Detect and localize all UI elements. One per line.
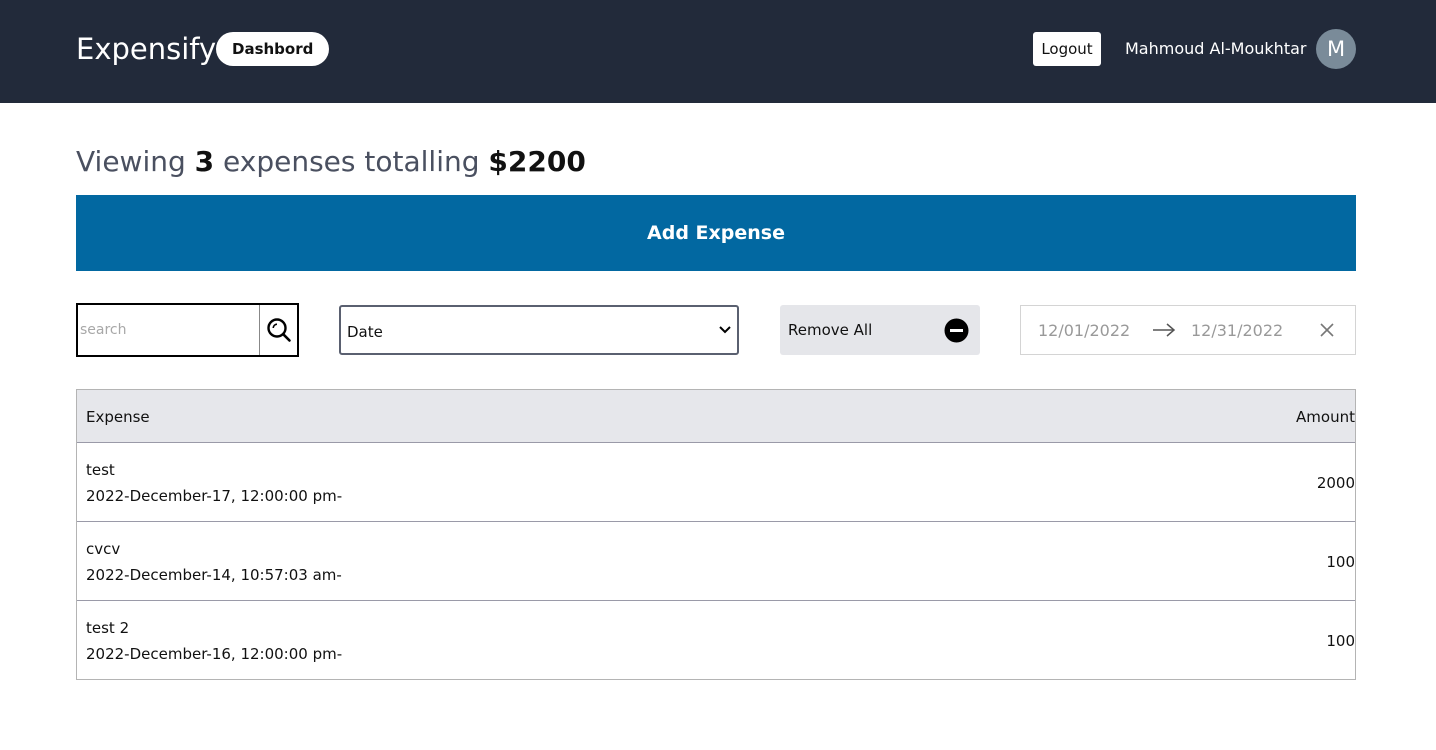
expense-date: 2022-December-14, 10:57:03 am-	[86, 566, 342, 584]
search-icon	[266, 318, 291, 342]
expenses-table: Expense Amount test 2022-December-17, 12…	[76, 389, 1356, 680]
expense-total: $2200	[488, 145, 586, 178]
table-row[interactable]: test 2022-December-17, 12:00:00 pm- 2000	[77, 443, 1355, 522]
expense-description: test 2	[86, 619, 130, 637]
expense-description: cvcv	[86, 540, 121, 558]
expense-count: 3	[194, 145, 215, 178]
start-date-input[interactable]: 12/01/2022	[1038, 321, 1130, 340]
sort-select[interactable]: Date	[339, 305, 739, 355]
search-box	[76, 303, 299, 357]
end-date-input[interactable]: 12/31/2022	[1191, 321, 1283, 340]
search-button[interactable]	[259, 305, 297, 355]
expense-amount: 100	[1326, 632, 1355, 650]
close-icon[interactable]	[1319, 322, 1335, 338]
column-header-amount: Amount	[1296, 408, 1355, 426]
expense-description: test	[86, 461, 115, 479]
summary-prefix: Viewing	[76, 145, 195, 178]
expense-date: 2022-December-16, 12:00:00 pm-	[86, 645, 343, 663]
chevron-down-icon	[719, 326, 731, 334]
expense-date: 2022-December-17, 12:00:00 pm-	[86, 487, 343, 505]
expense-amount: 2000	[1316, 474, 1355, 492]
avatar[interactable]: M	[1316, 29, 1356, 69]
table-row[interactable]: cvcv 2022-December-14, 10:57:03 am- 100	[77, 522, 1355, 601]
expenses-summary: Viewing 3 expenses totalling $2200	[76, 145, 586, 178]
expense-amount: 100	[1326, 553, 1355, 571]
arrow-right-icon	[1153, 323, 1176, 337]
summary-middle: expenses totalling	[214, 145, 489, 178]
logout-button[interactable]: Logout	[1033, 32, 1101, 66]
add-expense-button[interactable]: Add Expense	[76, 195, 1356, 271]
search-input[interactable]	[78, 305, 259, 355]
remove-all-button[interactable]: Remove All	[780, 305, 980, 355]
remove-all-label: Remove All	[788, 321, 873, 339]
table-header: Expense Amount	[77, 390, 1355, 443]
table-row[interactable]: test 2 2022-December-16, 12:00:00 pm- 10…	[77, 601, 1355, 679]
dashboard-button[interactable]: Dashbord	[216, 32, 330, 66]
app-header: Expensify Dashbord Logout Mahmoud Al-Mou…	[0, 0, 1436, 103]
sort-selected-value: Date	[347, 323, 383, 341]
minus-circle-icon	[944, 318, 969, 343]
user-name: Mahmoud Al-Moukhtar	[1125, 39, 1307, 58]
app-brand[interactable]: Expensify	[76, 32, 216, 66]
date-range-picker: 12/01/2022 12/31/2022	[1020, 305, 1356, 355]
column-header-expense: Expense	[86, 408, 150, 426]
